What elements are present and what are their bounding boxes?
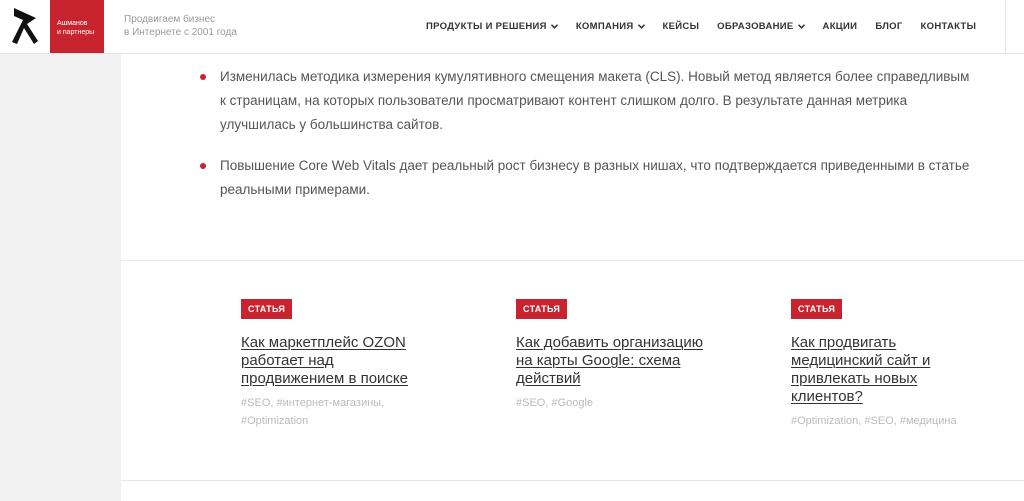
article-type-badge[interactable]: СТАТЬЯ: [516, 299, 568, 319]
nav-item-label: ПРОДУКТЫ И РЕШЕНИЯ: [426, 21, 547, 32]
article-title-link[interactable]: Как маркетплейс OZON работает над продви…: [241, 334, 441, 388]
article-content: Изменилась методика измерения кумулятивн…: [121, 54, 1024, 501]
bullet-dot-icon: [200, 74, 206, 80]
logo-badge[interactable]: Ашманов и партнеры: [50, 0, 104, 53]
main-nav: ПРОДУКТЫ И РЕШЕНИЯ КОМПАНИЯ КЕЙСЫ ОБРАЗО…: [426, 0, 976, 53]
article-title-link[interactable]: Как продвигать медицинский сайт и привле…: [791, 334, 991, 406]
nav-item-label: КОМПАНИЯ: [575, 21, 634, 32]
logo-line-2: и партнеры: [57, 29, 95, 36]
logo-arrow-icon[interactable]: [8, 6, 42, 46]
nav-item-products[interactable]: ПРОДУКТЫ И РЕШЕНИЯ: [426, 21, 558, 32]
bullet-item: Изменилась методика измерения кумулятивн…: [200, 65, 970, 137]
nav-item-contacts[interactable]: КОНТАКТЫ: [921, 21, 977, 32]
related-article-card: СТАТЬЯ Как продвигать медицинский сайт и…: [791, 299, 991, 430]
nav-item-promotions[interactable]: АКЦИИ: [823, 21, 858, 32]
article-tags[interactable]: #Optimization, #SEO, #медицина: [791, 412, 991, 430]
tagline-line-2: в Интернете с 2001 года: [124, 27, 237, 38]
nav-item-label: КЕЙСЫ: [662, 21, 700, 32]
site-header: Ашманов и партнеры Продвигаем бизнес в И…: [0, 0, 1024, 54]
bullet-text: Повышение Core Web Vitals дает реальный …: [220, 158, 970, 197]
chevron-down-icon: [637, 24, 645, 29]
article-type-badge[interactable]: СТАТЬЯ: [241, 299, 293, 319]
nav-item-cases[interactable]: КЕЙСЫ: [663, 21, 700, 32]
nav-item-blog[interactable]: БЛОГ: [875, 21, 902, 32]
article-tags[interactable]: #SEO, #Google: [516, 394, 716, 412]
bullet-dot-icon: [200, 163, 206, 169]
article-tags[interactable]: #SEO, #интернет-магазины, #Optimization: [241, 394, 441, 430]
chevron-down-icon: [797, 24, 805, 29]
header-divider: [1005, 0, 1006, 53]
section-divider: [121, 260, 1024, 261]
nav-item-label: КОНТАКТЫ: [920, 21, 977, 32]
logo-line-1: Ашманов: [57, 20, 88, 27]
tagline-line-1: Продвигаем бизнес: [124, 14, 216, 25]
bullet-item: Повышение Core Web Vitals дает реальный …: [200, 154, 970, 202]
nav-item-label: БЛОГ: [875, 21, 903, 32]
nav-item-label: ОБРАЗОВАНИЕ: [717, 21, 794, 32]
bullet-text: Изменилась методика измерения кумулятивн…: [220, 69, 970, 132]
chevron-down-icon: [550, 24, 558, 29]
tagline: Продвигаем бизнес в Интернете с 2001 год…: [124, 13, 264, 39]
article-title-link[interactable]: Как добавить организацию на карты Google…: [516, 334, 716, 388]
section-divider: [121, 480, 1024, 481]
related-article-card: СТАТЬЯ Как добавить организацию на карты…: [516, 299, 716, 412]
article-type-badge[interactable]: СТАТЬЯ: [791, 299, 843, 319]
nav-item-company[interactable]: КОМПАНИЯ: [576, 21, 645, 32]
related-article-card: СТАТЬЯ Как маркетплейс OZON работает над…: [241, 299, 441, 430]
nav-item-education[interactable]: ОБРАЗОВАНИЕ: [717, 21, 805, 32]
nav-item-label: АКЦИИ: [822, 21, 858, 32]
